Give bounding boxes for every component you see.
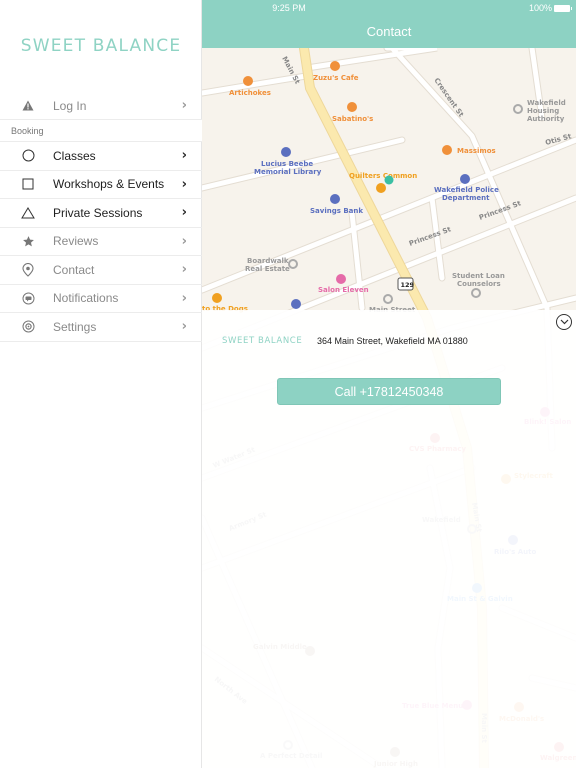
poi-wakefield[interactable] <box>291 299 301 309</box>
svg-text:Boardwalk: Boardwalk <box>247 257 289 265</box>
chevron-right-icon: › <box>181 98 187 113</box>
chevron-right-icon: › <box>181 176 187 192</box>
svg-text:129: 129 <box>401 281 415 289</box>
gear-icon <box>21 320 35 334</box>
poi-massimos[interactable]: Massimos <box>442 145 496 155</box>
brand-logo: SWEET BALANCE <box>20 36 182 56</box>
status-time: 9:25 PM <box>272 3 306 13</box>
sidebar-item-notifications[interactable]: Notifications › <box>0 285 202 313</box>
poi-housing-authority[interactable]: Wakefield Housing Authority <box>513 99 566 123</box>
chevron-right-icon: › <box>181 205 187 221</box>
call-button[interactable]: Call +17812450348 <box>277 378 501 405</box>
battery-percent: 100% <box>528 3 552 13</box>
nav-header: 9:25 PM 100% Contact <box>202 0 576 48</box>
svg-text:Wakefield: Wakefield <box>527 99 566 107</box>
svg-text:Real Estate: Real Estate <box>245 265 290 273</box>
svg-text:Authority: Authority <box>527 115 565 123</box>
app-root: SWEET BALANCE Log In › Booking Classes › <box>0 0 576 768</box>
svg-text:Zuzu's Cafe: Zuzu's Cafe <box>313 74 359 82</box>
route-shield-129: 129 <box>397 277 415 291</box>
sidebar-item-label: Workshops & Events <box>53 177 165 192</box>
triangle-icon <box>21 206 35 220</box>
section-header-booking: Booking <box>0 120 202 142</box>
chevron-right-icon: › <box>181 290 187 306</box>
svg-text:Housing: Housing <box>527 107 559 115</box>
svg-text:Counselors: Counselors <box>457 280 501 288</box>
sidebar-item-workshops-events[interactable]: Workshops & Events › <box>0 171 202 199</box>
poi-library[interactable]: Lucius Beebe Memorial Library <box>254 147 322 176</box>
svg-text:Student Loan: Student Loan <box>452 272 505 280</box>
map-view[interactable]: Main St Crescent St Otis St Princess St … <box>202 48 576 768</box>
address-text: 364 Main Street, Wakefield MA 01880 <box>317 336 468 346</box>
chevron-right-icon: › <box>181 262 187 278</box>
status-battery: 100% <box>528 3 572 13</box>
sidebar-item-label: Classes <box>53 148 96 163</box>
svg-text:Salon Eleven: Salon Eleven <box>318 286 369 294</box>
sidebar-item-login[interactable]: Log In › <box>0 92 202 120</box>
location-pin-icon <box>21 262 35 277</box>
sidebar-item-private-sessions[interactable]: Private Sessions › <box>0 199 202 228</box>
location-marker[interactable] <box>384 175 394 185</box>
chevron-right-icon: › <box>181 148 187 164</box>
sidebar-item-settings[interactable]: Settings › <box>0 313 202 342</box>
warning-triangle-icon <box>21 99 35 113</box>
chevron-down-circle-icon[interactable] <box>556 314 572 330</box>
sidebar-item-label: Reviews <box>53 234 99 249</box>
svg-text:Artichokes: Artichokes <box>229 89 271 97</box>
svg-text:Memorial Library: Memorial Library <box>254 168 322 176</box>
svg-text:Savings Bank: Savings Bank <box>310 207 363 215</box>
star-icon <box>21 234 35 248</box>
svg-text:Quilters Common: Quilters Common <box>349 172 417 180</box>
circle-icon <box>21 149 35 163</box>
sidebar-item-label: Private Sessions <box>53 205 143 220</box>
page-title: Contact <box>366 24 412 39</box>
chevron-right-icon: › <box>181 319 187 335</box>
sidebar-item-label: Notifications <box>53 291 119 306</box>
poi-sabatinos[interactable]: Sabatino's <box>332 102 373 123</box>
sidebar: SWEET BALANCE Log In › Booking Classes › <box>0 0 202 768</box>
street-label: Princess St <box>408 225 453 248</box>
sidebar-item-classes[interactable]: Classes › <box>0 142 202 171</box>
svg-text:Sabatino's: Sabatino's <box>332 115 373 123</box>
svg-text:Lucius Beebe: Lucius Beebe <box>261 160 313 168</box>
sidebar-menu: Log In › Booking Classes › Workshops & E… <box>0 92 202 342</box>
sidebar-item-label: Settings <box>53 319 97 334</box>
sidebar-item-label: Contact <box>53 262 95 277</box>
svg-text:Wakefield Police: Wakefield Police <box>434 186 499 194</box>
chat-bubble-icon <box>21 291 35 305</box>
sidebar-item-reviews[interactable]: Reviews › <box>0 228 202 256</box>
square-icon <box>21 177 35 191</box>
battery-icon <box>554 4 572 12</box>
poi-savings-bank[interactable]: Savings Bank <box>310 194 363 215</box>
sidebar-item-label: Log In <box>53 98 87 113</box>
poi-boardwalk-real-estate[interactable]: Boardwalk Real Estate <box>245 257 298 273</box>
svg-text:Massimos: Massimos <box>457 147 496 155</box>
chevron-right-icon: › <box>181 233 187 249</box>
poi-student-loan-counselors[interactable]: Student Loan Counselors <box>452 272 505 298</box>
contact-panel: 9:25 PM 100% Contact Main St Crescent St… <box>202 0 576 768</box>
card-brand-logo: SWEET BALANCE <box>222 336 303 346</box>
svg-text:Department: Department <box>442 194 490 202</box>
sidebar-item-contact[interactable]: Contact › <box>0 256 202 285</box>
